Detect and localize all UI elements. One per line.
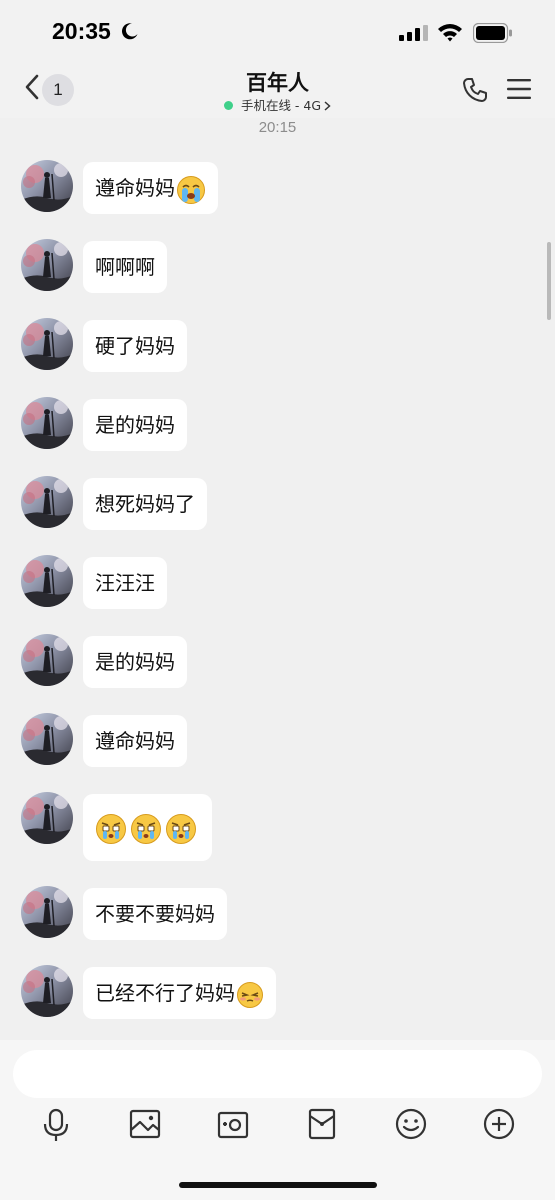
message-text: 硬了妈妈: [95, 334, 175, 358]
avatar[interactable]: [21, 792, 73, 844]
wifi-icon: [438, 24, 462, 42]
online-status-text: 手机在线 - 4G: [240, 98, 322, 113]
message-bubble[interactable]: 遵命妈妈: [83, 715, 187, 767]
online-dot-icon: [223, 101, 233, 110]
message-input[interactable]: [13, 1050, 542, 1098]
message-bubble[interactable]: [83, 794, 212, 861]
embarrassed-emoji: [237, 981, 263, 1008]
crying-emoji: [177, 175, 205, 204]
avatar[interactable]: [21, 634, 73, 686]
avatar[interactable]: [21, 239, 73, 291]
teary-emoji: [166, 813, 196, 844]
microphone-icon[interactable]: [41, 1108, 71, 1142]
message-text: 遵命妈妈: [95, 729, 175, 753]
avatar[interactable]: [21, 555, 73, 607]
plus-icon[interactable]: [483, 1108, 515, 1140]
menu-icon[interactable]: [506, 78, 532, 100]
message-text: 汪汪汪: [95, 571, 155, 595]
camera-icon[interactable]: [217, 1108, 249, 1140]
smiley-icon[interactable]: [395, 1108, 427, 1140]
message-timestamp: 20:15: [258, 119, 297, 136]
message-text: 已经不行了妈妈: [95, 981, 235, 1005]
scrollbar[interactable]: [547, 242, 551, 320]
message-bubble[interactable]: 啊啊啊: [83, 241, 167, 293]
message-bubble[interactable]: 是的妈妈: [83, 399, 187, 451]
status-time: 20:35: [52, 18, 111, 44]
signal-icon: [399, 25, 428, 41]
avatar[interactable]: [21, 397, 73, 449]
message-text: 遵命妈妈: [95, 176, 175, 200]
avatar[interactable]: [21, 886, 73, 938]
message-text: 不要不要妈妈: [95, 902, 215, 926]
message-text: 想死妈妈了: [95, 492, 195, 516]
teary-emoji: [96, 813, 126, 844]
red-packet-icon[interactable]: [307, 1108, 337, 1140]
avatar[interactable]: [21, 965, 73, 1017]
moon-icon: [121, 23, 138, 40]
avatar[interactable]: [21, 476, 73, 528]
composer: [0, 1040, 555, 1200]
teary-emoji: [131, 813, 161, 844]
avatar[interactable]: [21, 318, 73, 370]
chat-header: 1 百年人 手机在线 - 4G: [0, 64, 555, 118]
image-icon[interactable]: [129, 1108, 161, 1140]
avatar[interactable]: [21, 160, 73, 212]
phone-icon[interactable]: [461, 76, 489, 104]
message-input-box[interactable]: [13, 1050, 542, 1098]
message-bubble[interactable]: 是的妈妈: [83, 636, 187, 688]
message-bubble[interactable]: 遵命妈妈: [83, 162, 218, 214]
home-indicator[interactable]: [179, 1182, 377, 1188]
message-bubble[interactable]: 汪汪汪: [83, 557, 167, 609]
message-bubble[interactable]: 想死妈妈了: [83, 478, 207, 530]
status-bar: 20:35: [0, 0, 555, 64]
message-text: 啊啊啊: [95, 255, 155, 279]
message-bubble[interactable]: 不要不要妈妈: [83, 888, 227, 940]
chevron-right-icon: [324, 101, 331, 111]
message-text: 是的妈妈: [95, 650, 175, 674]
battery-icon: [473, 23, 512, 43]
message-bubble[interactable]: 已经不行了妈妈: [83, 967, 276, 1019]
message-text: 是的妈妈: [95, 413, 175, 437]
avatar[interactable]: [21, 713, 73, 765]
message-list[interactable]: 20:15 遵命妈妈 啊啊啊 硬了妈妈 是的妈妈 想死妈妈了 汪汪汪 是的妈妈 …: [0, 118, 555, 1040]
message-bubble[interactable]: 硬了妈妈: [83, 320, 187, 372]
